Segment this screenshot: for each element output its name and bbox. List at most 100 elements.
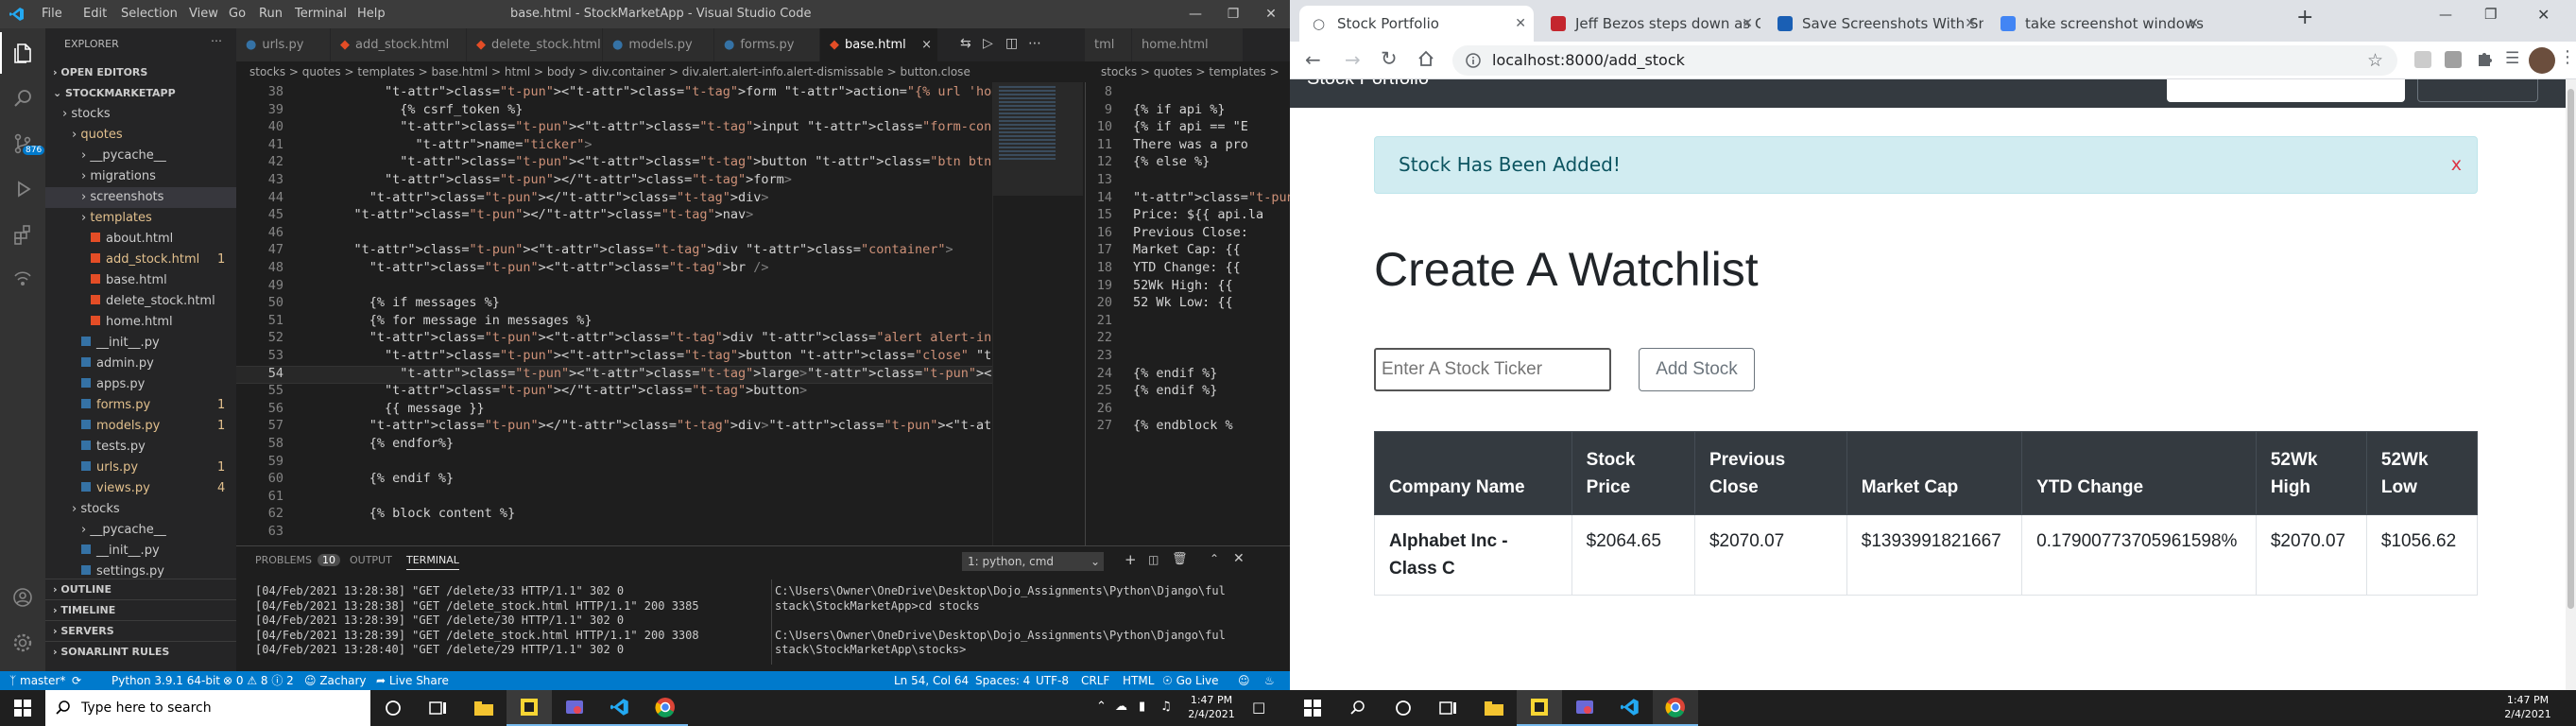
code-editor[interactable]: 38 "t-attr">class="t-pun"><"t-attr">clas…: [236, 82, 992, 545]
close-tab-icon[interactable]: ×: [921, 28, 932, 61]
tree-file[interactable]: add_stock.html 1: [45, 250, 236, 270]
tree-folder[interactable]: › __pycache__: [45, 146, 236, 166]
browser-tab-2[interactable]: Save Screenshots With Snip ✕: [1764, 6, 1984, 42]
action-center-icon[interactable]: □: [1252, 699, 1265, 716]
encoding[interactable]: UTF-8: [1036, 671, 1069, 690]
tree-file[interactable]: views.py 4: [45, 478, 236, 499]
alert-close-button[interactable]: x: [2451, 137, 2462, 193]
tray-battery-icon[interactable]: ▮: [1139, 700, 1145, 714]
terminal-select[interactable]: 1: python, cmd ⌄: [962, 552, 1104, 571]
tree-file[interactable]: delete_stock.html: [45, 291, 236, 312]
file-explorer-icon[interactable]: [461, 690, 507, 726]
file-explorer-icon[interactable]: [1471, 690, 1517, 726]
open-editors-section[interactable]: › OPEN EDITORS: [45, 62, 236, 83]
reading-list-icon[interactable]: ☰: [2505, 49, 2519, 68]
tray-overflow-icon[interactable]: ⌃: [1096, 700, 1107, 714]
git-branch[interactable]: ᛉ master*: [9, 671, 65, 690]
browser-tab-1[interactable]: Jeff Bezos steps down as CE ✕: [1537, 6, 1760, 42]
explorer-icon[interactable]: [0, 32, 45, 74]
close-tab-icon[interactable]: ✕: [1965, 6, 1976, 42]
panel-tab-output[interactable]: OUTPUT: [350, 554, 392, 566]
section-outline[interactable]: › OUTLINE: [45, 579, 236, 599]
taskbar-clock-left[interactable]: 1:47 PM 2/4/2021: [1183, 693, 1240, 721]
extension-icon-1[interactable]: [2414, 51, 2431, 68]
menu-item-terminal[interactable]: Terminal: [295, 7, 347, 21]
tree-file[interactable]: tests.py: [45, 437, 236, 458]
snip-sketch-icon[interactable]: [552, 690, 597, 726]
tray-volume-icon[interactable]: ♫: [1160, 700, 1172, 714]
tree-file[interactable]: home.html: [45, 312, 236, 333]
home-icon[interactable]: [1417, 49, 1435, 68]
browser-tab-0[interactable]: ○ Stock Portfolio ✕: [1299, 6, 1534, 42]
close-tab-icon[interactable]: ✕: [1515, 6, 1526, 42]
cortana-icon[interactable]: [1381, 690, 1426, 726]
terminal-output-left[interactable]: [04/Feb/2021 13:28:38] "GET /delete/33 H…: [255, 584, 765, 658]
taskbar-search-box[interactable]: Type here to search: [45, 690, 370, 726]
editor-tab-add-stock-html[interactable]: ◆ add_stock.html: [331, 28, 467, 61]
language-mode[interactable]: HTML: [1123, 671, 1154, 690]
navbar-brand[interactable]: Stock Portfolio: [1307, 79, 1429, 90]
line-endings[interactable]: CRLF: [1081, 671, 1109, 690]
tree-folder[interactable]: › quotes: [45, 125, 236, 146]
user-status[interactable]: ☺ Zachary: [304, 671, 367, 690]
menu-item-view[interactable]: View: [189, 7, 218, 21]
section-servers[interactable]: › SERVERS: [45, 620, 236, 641]
back-arrow-icon[interactable]: ←: [1305, 48, 1321, 71]
split-terminal-icon[interactable]: ◫: [1148, 553, 1159, 566]
tree-file[interactable]: models.py 1: [45, 416, 236, 437]
menu-item-edit[interactable]: Edit: [83, 7, 107, 21]
editor-tab-forms-py[interactable]: ● forms.py: [714, 28, 820, 61]
tree-file[interactable]: forms.py 1: [45, 395, 236, 416]
tree-file[interactable]: apps.py: [45, 374, 236, 395]
browser-close-button[interactable]: ✕: [2537, 6, 2550, 24]
panel-tab-problems[interactable]: PROBLEMS 10: [255, 554, 341, 566]
task-view-icon[interactable]: [1426, 690, 1471, 726]
cursor-position[interactable]: Ln 54, Col 64: [894, 671, 969, 690]
tree-file[interactable]: urls.py 1: [45, 458, 236, 478]
remote-explorer-icon[interactable]: [0, 259, 45, 301]
editor-tab-urls-py[interactable]: ● urls.py: [236, 28, 331, 61]
kill-terminal-icon[interactable]: 🗑: [1172, 552, 1188, 566]
live-share-button[interactable]: ➦ Live Share: [376, 671, 449, 690]
close-tab-icon[interactable]: ✕: [2188, 6, 2199, 42]
vscode-taskbar-icon[interactable]: [597, 690, 643, 726]
forward-arrow-icon[interactable]: →: [1345, 48, 1361, 71]
column-header[interactable]: Previous Close: [1693, 431, 1847, 515]
tree-folder[interactable]: › stocks: [45, 104, 236, 125]
taskbar-clock-right[interactable]: 1:47 PM 2/4/2021: [2499, 693, 2556, 721]
tree-folder[interactable]: › templates: [45, 208, 236, 229]
extensions-icon[interactable]: [0, 214, 45, 255]
navbar-view-stock-button[interactable]: [2417, 79, 2538, 102]
snip-sketch-icon[interactable]: [1562, 690, 1607, 726]
panel-tab-terminal[interactable]: TERMINAL: [406, 554, 459, 570]
browser-tab-3[interactable]: take screenshot windows 10 ✕: [1987, 6, 2207, 42]
search-icon[interactable]: [1335, 690, 1381, 726]
stock-ticker-input[interactable]: [1374, 348, 1611, 391]
column-header[interactable]: Stock Price: [1571, 431, 1695, 515]
column-header[interactable]: 52Wk High: [2255, 431, 2367, 515]
indentation[interactable]: Spaces: 4: [975, 671, 1030, 690]
section-sonarlint-rules[interactable]: › SONARLINT RULES: [45, 641, 236, 662]
reload-icon[interactable]: ↻: [1381, 47, 1398, 70]
accounts-icon[interactable]: [0, 577, 45, 618]
more-actions-icon[interactable]: ⋯: [211, 34, 222, 47]
feedback-icon[interactable]: ☺: [1238, 671, 1250, 690]
tree-folder[interactable]: › __pycache__: [45, 520, 236, 541]
page-scrollbar[interactable]: [2566, 79, 2576, 690]
browser-restore-button[interactable]: ❐: [2484, 6, 2497, 23]
tray-network-icon[interactable]: ☁: [1115, 700, 1127, 714]
task-view-icon[interactable]: [416, 690, 461, 726]
run-debug-icon[interactable]: [0, 168, 45, 210]
chrome-menu-icon[interactable]: ⋮: [2559, 47, 2576, 67]
breadcrumb-path[interactable]: stocks > quotes > templates > base.html …: [249, 61, 1081, 82]
problems-status[interactable]: ⊗ 0 ⚠ 8 ⓘ 2: [223, 671, 294, 690]
minimize-button[interactable]: —: [1176, 3, 1214, 26]
add-stock-button[interactable]: Add Stock: [1639, 348, 1755, 391]
maximize-panel-icon[interactable]: ⌃: [1210, 552, 1219, 565]
close-window-button[interactable]: ✕: [1252, 3, 1290, 26]
editor-tab-delete-stock-html[interactable]: ◆ delete_stock.html: [467, 28, 603, 61]
minimap[interactable]: [992, 82, 1083, 545]
notifications-bell-icon[interactable]: ♨: [1264, 671, 1275, 690]
tree-file[interactable]: admin.py: [45, 354, 236, 374]
editor-tab-models-py[interactable]: ● models.py: [603, 28, 714, 61]
